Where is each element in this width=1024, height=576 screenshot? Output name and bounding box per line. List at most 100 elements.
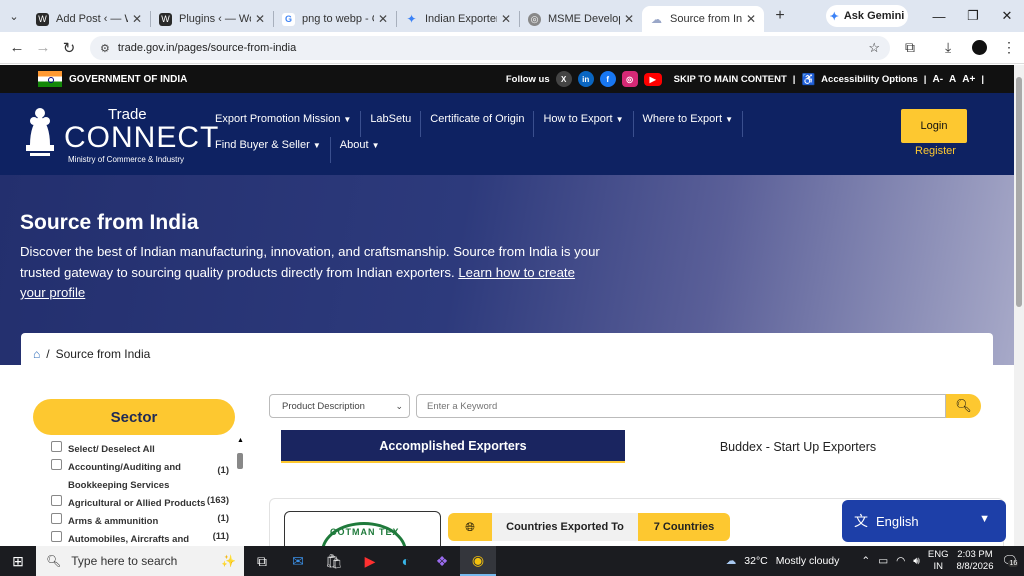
profile-avatar[interactable] bbox=[972, 40, 987, 55]
font-normal-button[interactable]: A bbox=[949, 74, 956, 85]
extensions-icon[interactable]: ⧉ bbox=[905, 39, 915, 56]
browser-tab-5[interactable]: ☁ Source from Indi ✕ bbox=[642, 6, 764, 32]
x-twitter-icon[interactable]: X bbox=[555, 71, 572, 87]
skip-to-main-link[interactable]: SKIP TO MAIN CONTENT bbox=[674, 74, 787, 85]
edge-icon[interactable]: ◐ bbox=[388, 546, 424, 576]
weather-temperature[interactable]: 32°C bbox=[744, 555, 767, 567]
sector-item[interactable]: Arms & ammunition (1) bbox=[51, 513, 231, 531]
close-tab-icon[interactable]: ✕ bbox=[501, 12, 511, 26]
task-view-icon[interactable]: ⧉ bbox=[244, 546, 280, 576]
tray-chevron-up-icon[interactable]: ⌃ bbox=[861, 555, 870, 567]
checkbox[interactable] bbox=[51, 441, 62, 452]
ask-gemini-button[interactable]: ✦ Ask Gemini bbox=[826, 5, 908, 27]
store-icon[interactable]: 🛍︎ bbox=[316, 546, 352, 576]
tab-title: MSME Developm bbox=[548, 13, 620, 25]
language-selector[interactable]: 文 English ▼ bbox=[842, 500, 1006, 542]
nav-label: How to Export bbox=[543, 113, 613, 125]
sector-item[interactable]: Select/ Deselect All bbox=[51, 441, 231, 459]
close-tab-icon[interactable]: ✕ bbox=[746, 12, 756, 26]
reload-icon[interactable]: ↻ bbox=[56, 39, 82, 57]
tab-accomplished-exporters[interactable]: Accomplished Exporters bbox=[281, 430, 625, 463]
clock[interactable]: 2:03 PM 8/8/2026 bbox=[957, 549, 994, 573]
brand-connect-logo[interactable]: CONNECT bbox=[64, 121, 219, 155]
checkbox[interactable] bbox=[51, 531, 62, 542]
site-settings-icon[interactable]: ⚙ bbox=[100, 42, 110, 55]
nav-about[interactable]: About ▼ bbox=[340, 137, 389, 163]
notifications-icon[interactable]: 🗨︎16 bbox=[1001, 553, 1019, 569]
sector-item[interactable]: Agricultural or Allied Products (163) bbox=[51, 495, 231, 513]
weather-description[interactable]: Mostly cloudy bbox=[776, 555, 840, 567]
instagram-icon[interactable]: ◎ bbox=[621, 71, 638, 87]
nav-labsetu[interactable]: LabSetu bbox=[370, 111, 422, 137]
copilot-icon[interactable]: ❖ bbox=[424, 546, 460, 576]
checkbox[interactable] bbox=[51, 495, 62, 506]
new-tab-icon[interactable]: + bbox=[768, 7, 792, 25]
input-language[interactable]: ENG IN bbox=[928, 549, 949, 573]
login-button[interactable]: Login bbox=[901, 109, 967, 143]
nav-export-promotion-mission[interactable]: Export Promotion Mission ▼ bbox=[215, 111, 362, 137]
close-window-icon[interactable]: ✕ bbox=[990, 0, 1024, 32]
close-tab-icon[interactable]: ✕ bbox=[378, 12, 388, 26]
site-header: Trade CONNECT Ministry of Commerce & Ind… bbox=[0, 93, 1014, 175]
restore-icon[interactable]: ❐ bbox=[956, 0, 990, 32]
close-tab-icon[interactable]: ✕ bbox=[255, 12, 265, 26]
download-icon[interactable]: ⤓ bbox=[945, 39, 951, 56]
bookmark-star-icon[interactable]: ☆ bbox=[868, 40, 880, 56]
network-icon[interactable]: ◠ bbox=[896, 555, 905, 567]
browser-tab-4[interactable]: ◎ MSME Developm ✕ bbox=[520, 6, 642, 32]
taskbar-search-box[interactable]: 🔍︎ Type here to search ✨ bbox=[36, 546, 244, 576]
close-tab-icon[interactable]: ✕ bbox=[624, 12, 634, 26]
nav-find-buyer-seller[interactable]: Find Buyer & Seller ▼ bbox=[215, 137, 331, 163]
browser-tab-2[interactable]: Gpng to webp - Go ✕ bbox=[274, 6, 396, 32]
nav-how-to-export[interactable]: How to Export ▼ bbox=[543, 111, 634, 137]
wordpress-icon: W bbox=[36, 12, 49, 26]
gemini-icon: ✦ bbox=[406, 12, 417, 26]
nav-label: LabSetu bbox=[370, 113, 412, 125]
forward-arrow-icon[interactable]: → bbox=[30, 39, 56, 56]
more-menu-icon[interactable]: ⋮ bbox=[1002, 39, 1016, 56]
linkedin-icon[interactable]: in bbox=[577, 71, 594, 87]
font-increase-button[interactable]: A+ bbox=[962, 74, 975, 85]
nav-where-to-export[interactable]: Where to Export ▼ bbox=[643, 111, 743, 137]
checkbox[interactable] bbox=[51, 459, 62, 470]
font-decrease-button[interactable]: A- bbox=[932, 74, 943, 85]
sector-filter-header[interactable]: Sector bbox=[33, 399, 235, 435]
register-link[interactable]: Register bbox=[915, 145, 956, 157]
search-button[interactable]: 🔍︎ bbox=[946, 394, 981, 418]
keyword-search-input[interactable] bbox=[416, 394, 946, 418]
checkbox[interactable] bbox=[51, 513, 62, 524]
back-arrow-icon[interactable]: ← bbox=[4, 39, 30, 56]
page-scroll-thumb[interactable] bbox=[1016, 77, 1022, 307]
youtube-app-icon[interactable]: ▶ bbox=[352, 546, 388, 576]
outlook-icon[interactable]: ✉ bbox=[280, 546, 316, 576]
tab-buddex-startup-exporters[interactable]: Buddex - Start Up Exporters bbox=[625, 430, 971, 463]
browser-tab-0[interactable]: W Add Post ‹ — Wo ✕ bbox=[28, 6, 150, 32]
home-icon[interactable]: ⌂ bbox=[33, 347, 40, 361]
exporter-tabs: Accomplished Exporters Buddex - Start Up… bbox=[281, 430, 971, 463]
volume-icon[interactable]: 🔊︎ bbox=[913, 555, 920, 568]
chrome-icon[interactable]: ◉ bbox=[460, 546, 496, 576]
tab-search-chevron-icon[interactable]: ⌄ bbox=[0, 0, 28, 32]
exporter-logo-box[interactable]: COTMAN TEX bbox=[284, 511, 441, 546]
search-type-select[interactable]: Product Description ⌄ bbox=[269, 394, 410, 418]
browser-tab-1[interactable]: W Plugins ‹ — Word ✕ bbox=[151, 6, 273, 32]
india-flag-icon bbox=[38, 71, 62, 87]
address-bar[interactable]: ⚙ trade.gov.in/pages/source-from-india ☆ bbox=[90, 36, 890, 60]
youtube-icon[interactable]: ▶ bbox=[643, 72, 662, 86]
accessibility-options-link[interactable]: Accessibility Options bbox=[821, 74, 918, 85]
windows-start-icon[interactable]: ⊞ bbox=[0, 553, 36, 570]
browser-tab-3[interactable]: ✦ Indian Exporter D ✕ bbox=[397, 6, 519, 32]
facebook-icon[interactable]: f bbox=[599, 71, 616, 87]
scroll-thumb[interactable] bbox=[237, 453, 243, 469]
close-tab-icon[interactable]: ✕ bbox=[132, 12, 142, 26]
sector-item[interactable]: Automobiles, Aircrafts and other (11) bbox=[51, 531, 231, 546]
minimize-icon[interactable]: — bbox=[922, 0, 956, 32]
nav-certificate-of-origin[interactable]: Certificate of Origin bbox=[430, 111, 535, 137]
tab-title: Add Post ‹ — Wo bbox=[56, 13, 128, 25]
page-scrollbar[interactable] bbox=[1014, 65, 1024, 546]
sector-item[interactable]: Accounting/Auditing and Bookkeeping Serv… bbox=[51, 459, 231, 495]
battery-icon[interactable]: ▭ bbox=[878, 555, 888, 567]
scroll-up-icon[interactable]: ▲ bbox=[237, 437, 244, 444]
sector-list-scrollbar[interactable]: ▲ bbox=[237, 437, 244, 546]
nav-label: Find Buyer & Seller bbox=[215, 139, 310, 151]
